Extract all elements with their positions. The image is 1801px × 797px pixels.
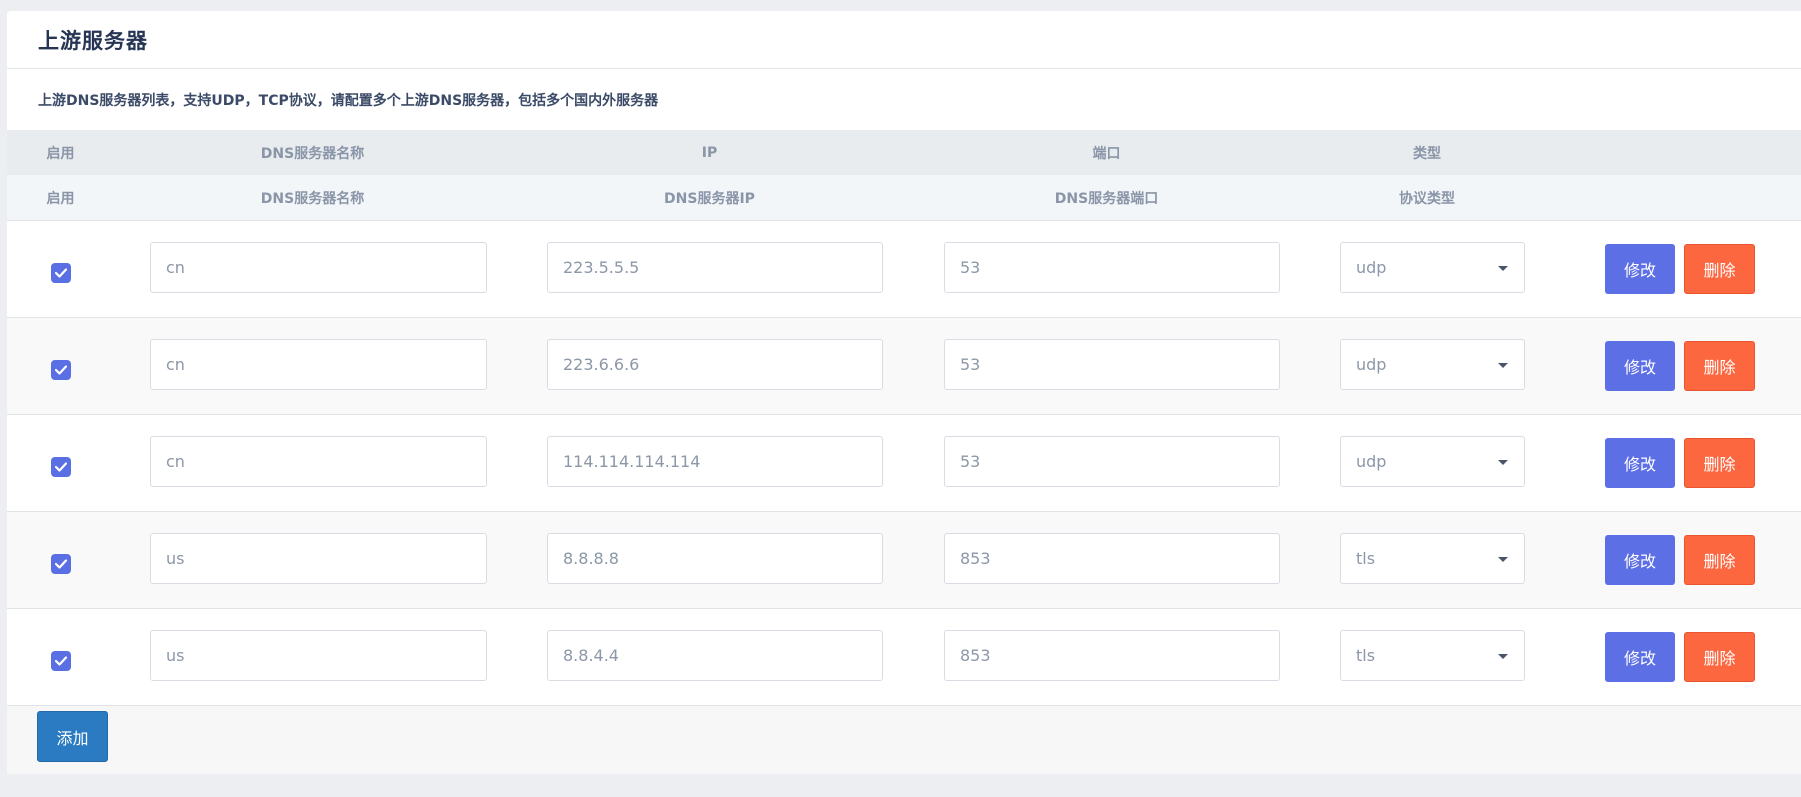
enabled-checkbox[interactable] bbox=[51, 651, 71, 671]
check-icon bbox=[55, 462, 67, 472]
server-port-input[interactable]: 53 bbox=[944, 242, 1280, 293]
protocol-type-select[interactable]: udp bbox=[1340, 242, 1525, 293]
protocol-type-value: udp bbox=[1356, 355, 1387, 374]
table-row: us 8.8.4.4 853 tls 修改 删除 bbox=[7, 609, 1801, 706]
protocol-type-select[interactable]: udp bbox=[1340, 436, 1525, 487]
server-name-input[interactable]: cn bbox=[150, 436, 487, 487]
card-header: 上游服务器 bbox=[7, 11, 1801, 69]
check-icon bbox=[55, 656, 67, 666]
server-name-input[interactable]: cn bbox=[150, 242, 487, 293]
delete-button[interactable]: 删除 bbox=[1684, 632, 1755, 682]
subheader-enabled: 启用 bbox=[46, 190, 75, 207]
header-enabled: 启用 bbox=[46, 145, 75, 162]
check-icon bbox=[55, 559, 67, 569]
protocol-type-value: tls bbox=[1356, 646, 1376, 665]
table-row: cn 114.114.114.114 53 udp 修改 删除 bbox=[7, 415, 1801, 512]
table-header-secondary: 启用 DNS服务器名称 DNS服务器IP DNS服务器端口 协议类型 bbox=[7, 175, 1801, 221]
server-ip-input[interactable]: 223.5.5.5 bbox=[547, 242, 883, 293]
protocol-type-select[interactable]: tls bbox=[1340, 533, 1525, 584]
enabled-checkbox[interactable] bbox=[51, 360, 71, 380]
subheader-name: DNS服务器名称 bbox=[260, 190, 365, 207]
subheader-type: 协议类型 bbox=[1399, 190, 1455, 207]
delete-button[interactable]: 删除 bbox=[1684, 341, 1755, 391]
subheader-port: DNS服务器端口 bbox=[1054, 190, 1159, 207]
chevron-down-icon bbox=[1498, 460, 1508, 465]
protocol-type-value: tls bbox=[1356, 549, 1376, 568]
server-ip-input[interactable]: 223.6.6.6 bbox=[547, 339, 883, 390]
delete-button[interactable]: 删除 bbox=[1684, 438, 1755, 488]
protocol-type-value: udp bbox=[1356, 258, 1387, 277]
add-server-button[interactable]: 添加 bbox=[37, 711, 108, 762]
server-name-input[interactable]: us bbox=[150, 533, 487, 584]
enabled-checkbox[interactable] bbox=[51, 554, 71, 574]
check-icon bbox=[55, 268, 67, 278]
header-type: 类型 bbox=[1413, 145, 1441, 162]
server-name-input[interactable]: us bbox=[150, 630, 487, 681]
server-port-input[interactable]: 853 bbox=[944, 630, 1280, 681]
server-ip-input[interactable]: 8.8.8.8 bbox=[547, 533, 883, 584]
server-port-input[interactable]: 853 bbox=[944, 533, 1280, 584]
table-row: cn 223.5.5.5 53 udp 修改 删除 bbox=[7, 221, 1801, 318]
header-ip: IP bbox=[701, 144, 718, 161]
chevron-down-icon bbox=[1498, 654, 1508, 659]
table-header-primary: 启用 DNS服务器名称 IP 端口 类型 bbox=[7, 130, 1801, 175]
edit-button[interactable]: 修改 bbox=[1605, 535, 1675, 585]
server-port-input[interactable]: 53 bbox=[944, 339, 1280, 390]
header-port: 端口 bbox=[1092, 145, 1121, 162]
protocol-type-select[interactable]: tls bbox=[1340, 630, 1525, 681]
delete-button[interactable]: 删除 bbox=[1684, 244, 1755, 294]
chevron-down-icon bbox=[1498, 557, 1508, 562]
server-ip-input[interactable]: 8.8.4.4 bbox=[547, 630, 883, 681]
edit-button[interactable]: 修改 bbox=[1605, 632, 1675, 682]
chevron-down-icon bbox=[1498, 266, 1508, 271]
table-row: us 8.8.8.8 853 tls 修改 删除 bbox=[7, 512, 1801, 609]
check-icon bbox=[55, 365, 67, 375]
edit-button[interactable]: 修改 bbox=[1605, 438, 1675, 488]
edit-button[interactable]: 修改 bbox=[1605, 341, 1675, 391]
header-name: DNS服务器名称 bbox=[260, 145, 365, 162]
table-footer: 添加 bbox=[7, 706, 1801, 774]
server-name-input[interactable]: cn bbox=[150, 339, 487, 390]
enabled-checkbox[interactable] bbox=[51, 457, 71, 477]
protocol-type-select[interactable]: udp bbox=[1340, 339, 1525, 390]
enabled-checkbox[interactable] bbox=[51, 263, 71, 283]
upstream-servers-card: 上游服务器 上游DNS服务器列表，支持UDP，TCP协议，请配置多个上游DNS服… bbox=[7, 11, 1801, 774]
server-port-input[interactable]: 53 bbox=[944, 436, 1280, 487]
page-description: 上游DNS服务器列表，支持UDP，TCP协议，请配置多个上游DNS服务器，包括多… bbox=[38, 92, 659, 109]
protocol-type-value: udp bbox=[1356, 452, 1387, 471]
server-ip-input[interactable]: 114.114.114.114 bbox=[547, 436, 883, 487]
table-row: cn 223.6.6.6 53 udp 修改 删除 bbox=[7, 318, 1801, 415]
delete-button[interactable]: 删除 bbox=[1684, 535, 1755, 585]
chevron-down-icon bbox=[1498, 363, 1508, 368]
edit-button[interactable]: 修改 bbox=[1605, 244, 1675, 294]
page-title: 上游服务器 bbox=[38, 28, 148, 53]
subheader-ip: DNS服务器IP bbox=[664, 190, 755, 207]
server-table-body: cn 223.5.5.5 53 udp 修改 删除 cn 223.6.6.6 5… bbox=[7, 221, 1801, 706]
